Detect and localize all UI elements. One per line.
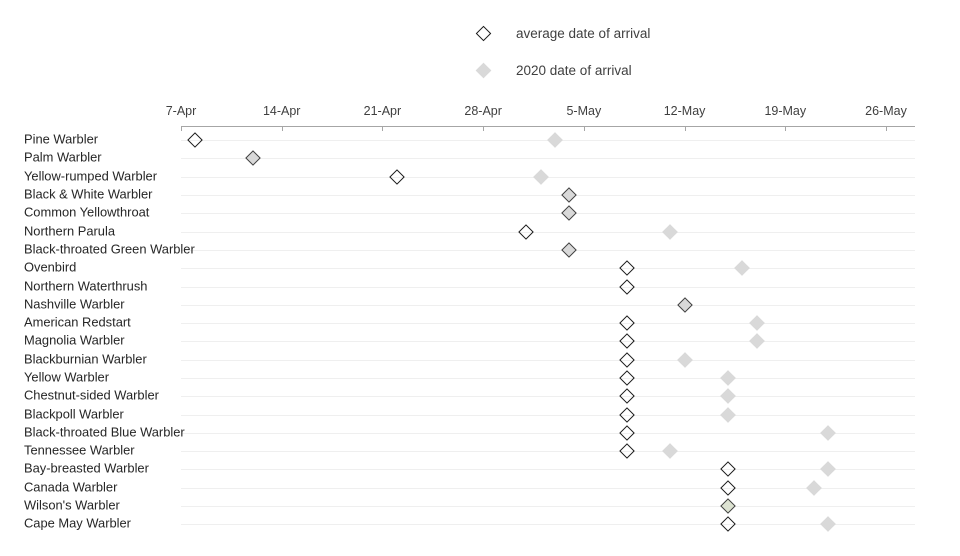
category-label: Magnolia Warbler bbox=[24, 332, 125, 348]
chart-row: Black-throated Blue Warbler bbox=[0, 424, 960, 442]
gridline bbox=[181, 286, 915, 288]
chart-row: Canada Warbler bbox=[0, 479, 960, 497]
gridline bbox=[181, 359, 915, 361]
chart-row: Northern Waterthrush bbox=[0, 277, 960, 295]
chart-row: Yellow Warbler bbox=[0, 369, 960, 387]
chart-row: Blackpoll Warbler bbox=[0, 405, 960, 423]
chart-row: Cape May Warbler bbox=[0, 515, 960, 533]
axis-tick-label: 14-Apr bbox=[262, 104, 301, 118]
gridline bbox=[181, 323, 915, 325]
legend-item-average: average date of arrival bbox=[470, 22, 650, 44]
plot-area: Pine Warbler Palm Warbler Yellow-rumped Wa… bbox=[0, 131, 960, 534]
axis-tick-label: 19-May bbox=[764, 104, 807, 118]
gridline bbox=[181, 487, 915, 489]
axis-tick-label: 21-Apr bbox=[363, 104, 402, 118]
category-label: Common Yellowthroat bbox=[24, 204, 150, 220]
category-label: Ovenbird bbox=[24, 259, 77, 275]
legend-label-average: average date of arrival bbox=[516, 25, 651, 41]
category-label: Black & White Warbler bbox=[24, 186, 153, 202]
category-label: Wilson's Warbler bbox=[24, 497, 120, 513]
axis-tick-label: 28-Apr bbox=[464, 104, 502, 118]
category-label: Tennessee Warbler bbox=[24, 442, 135, 458]
gridline bbox=[181, 341, 915, 343]
x-axis-line bbox=[181, 126, 915, 127]
category-label: Canada Warbler bbox=[24, 479, 118, 495]
gridline bbox=[181, 432, 915, 434]
chart-legend: average date of arrival 2020 date of arr… bbox=[470, 22, 650, 96]
category-label: Pine Warbler bbox=[24, 131, 99, 147]
chart-row: Black-throated Green Warbler bbox=[0, 241, 960, 259]
gridline bbox=[181, 195, 915, 197]
chart-row: Magnolia Warbler bbox=[0, 332, 960, 350]
category-label: Nashville Warbler bbox=[24, 296, 125, 312]
x-axis-tick-labels: 7-Apr 14-Apr 21-Apr 28-Apr 5-May 12-May 19-May… bbox=[0, 104, 960, 122]
gridline bbox=[181, 469, 915, 471]
chart-row: Palm Warbler bbox=[0, 149, 960, 167]
axis-tick-label: 26-May bbox=[865, 104, 907, 118]
chart-row: Common Yellowthroat bbox=[0, 204, 960, 222]
axis-tick-label: 12-May bbox=[663, 104, 706, 118]
chart-row: Northern Parula bbox=[0, 222, 960, 240]
chart-row: Blackburnian Warbler bbox=[0, 351, 960, 369]
axis-tick-label: 5-May bbox=[566, 104, 602, 118]
legend-item-2020: 2020 date of arrival bbox=[470, 59, 650, 81]
chart-row: Pine Warbler bbox=[0, 131, 960, 149]
gridline bbox=[181, 378, 915, 379]
gridline bbox=[181, 231, 915, 233]
gridline bbox=[181, 304, 915, 306]
chart-row: Nashville Warbler bbox=[0, 296, 960, 314]
category-label: American Redstart bbox=[24, 314, 131, 330]
category-label: Blackburnian Warbler bbox=[24, 351, 147, 367]
gridline bbox=[181, 396, 915, 398]
warbler-arrival-chart: average date of arrival 2020 date of arr… bbox=[0, 0, 960, 556]
gridline bbox=[181, 524, 915, 526]
chart-row: Black & White Warbler bbox=[0, 186, 960, 204]
gridline bbox=[181, 506, 915, 508]
category-label: Cape May Warbler bbox=[24, 515, 131, 531]
chart-row: Chestnut-sided Warbler bbox=[0, 387, 960, 405]
chart-row: Bay-breasted Warbler bbox=[0, 460, 960, 478]
category-label: Northern Parula bbox=[24, 223, 115, 239]
category-label: Northern Waterthrush bbox=[24, 278, 148, 294]
legend-label-2020: 2020 date of arrival bbox=[516, 62, 632, 78]
category-label: Black-throated Green Warbler bbox=[24, 241, 195, 257]
category-label: Bay-breasted Warbler bbox=[24, 461, 149, 477]
category-label: Palm Warbler bbox=[24, 149, 102, 165]
gridline bbox=[181, 158, 915, 160]
category-label: Yellow-rumped Warbler bbox=[24, 168, 158, 184]
gridline bbox=[181, 414, 915, 416]
gridline bbox=[181, 268, 915, 270]
gridline bbox=[181, 249, 915, 251]
category-label: Blackpoll Warbler bbox=[24, 406, 124, 422]
chart-row: Yellow-rumped Warbler bbox=[0, 168, 960, 186]
open-diamond-icon bbox=[470, 25, 496, 41]
axis-tick-label: 7-Apr bbox=[165, 104, 197, 118]
category-label: Yellow Warbler bbox=[24, 369, 110, 385]
category-label: Black-throated Blue Warbler bbox=[24, 424, 185, 440]
gridline bbox=[181, 451, 915, 453]
chart-row: Wilson's Warbler bbox=[0, 497, 960, 515]
gridline bbox=[181, 213, 915, 215]
chart-row: Tennessee Warbler bbox=[0, 442, 960, 460]
category-label: Chestnut-sided Warbler bbox=[24, 387, 159, 403]
chart-row: Ovenbird bbox=[0, 259, 960, 277]
chart-row: American Redstart bbox=[0, 314, 960, 332]
filled-diamond-icon bbox=[470, 62, 496, 78]
